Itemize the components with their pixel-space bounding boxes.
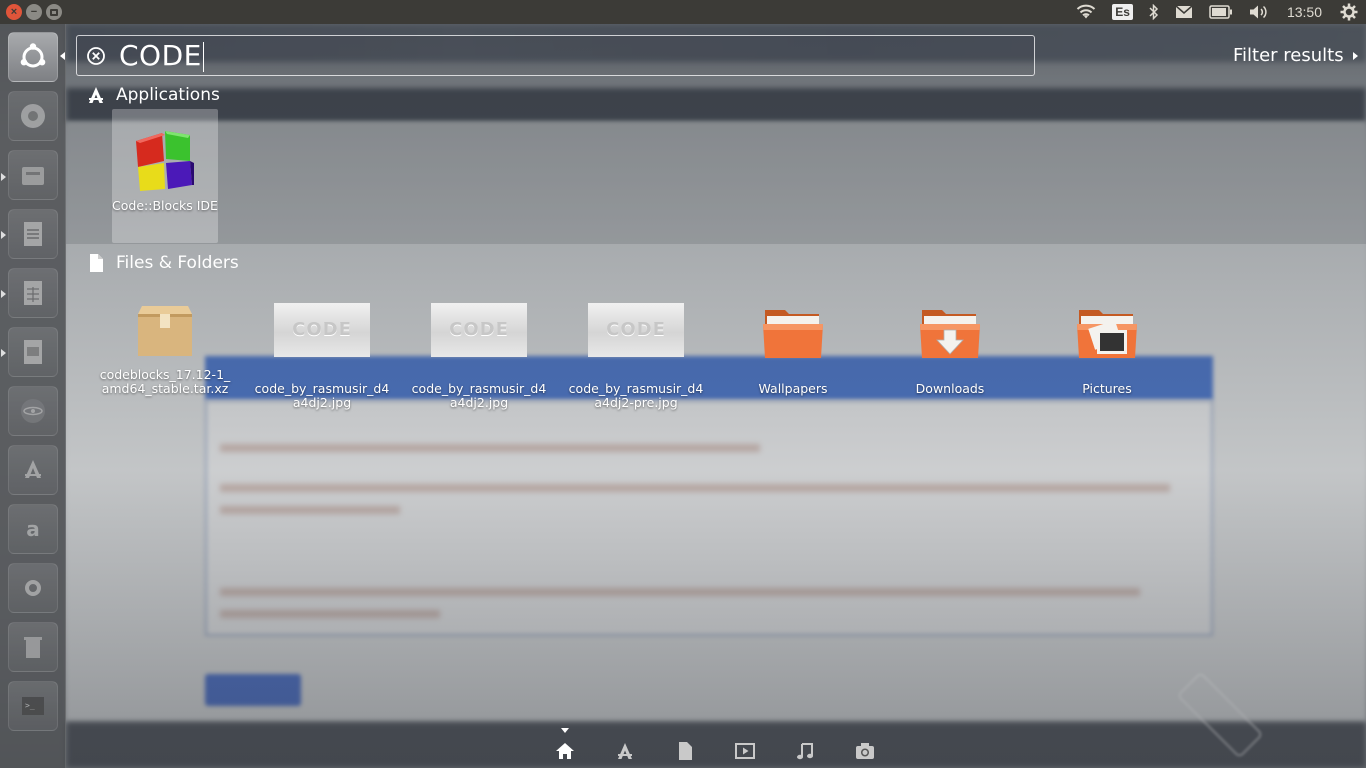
- applications-icon[interactable]: [614, 740, 636, 762]
- applications-category-icon: [89, 87, 103, 103]
- image-thumbnail: CODE: [588, 303, 684, 357]
- video-icon[interactable]: [734, 740, 756, 762]
- keyboard-layout-label: Es: [1112, 4, 1133, 20]
- music-icon[interactable]: [794, 740, 816, 762]
- files-icon[interactable]: [674, 740, 696, 762]
- result-file-image[interactable]: CODE code_by_rasmusir_d4a4dj2-pre.jpg: [566, 303, 706, 410]
- lens-bar: [66, 722, 1366, 768]
- atom-icon[interactable]: [8, 386, 58, 436]
- clock[interactable]: 13:50: [1287, 4, 1322, 20]
- folder-icon: [763, 310, 823, 358]
- files-app-icon[interactable]: [8, 150, 58, 200]
- result-folder-pictures[interactable]: Pictures: [1047, 302, 1167, 396]
- result-label: Pictures: [1082, 381, 1132, 396]
- filter-results-toggle[interactable]: Filter results: [1233, 45, 1358, 66]
- keyboard-layout-indicator[interactable]: Es: [1112, 4, 1133, 20]
- software-center-icon[interactable]: [8, 445, 58, 495]
- folder-pictures-icon: [1077, 310, 1137, 358]
- battery-icon[interactable]: [1209, 5, 1233, 19]
- result-file-package[interactable]: codeblocks_17.12-1_amd64_stable.tar.xz: [96, 300, 234, 396]
- system-settings-icon[interactable]: [8, 563, 58, 613]
- result-codeblocks[interactable]: Code::Blocks IDE: [112, 109, 218, 243]
- calc-icon[interactable]: [8, 268, 58, 318]
- filter-results-label: Filter results: [1233, 45, 1344, 66]
- close-icon[interactable]: ×: [6, 4, 22, 20]
- folder-downloads-icon: [920, 310, 980, 358]
- photos-icon[interactable]: [854, 740, 876, 762]
- applications-title: Applications: [116, 85, 220, 105]
- impress-icon[interactable]: [8, 327, 58, 377]
- minimize-icon[interactable]: −: [26, 4, 42, 20]
- clear-search-icon[interactable]: [86, 46, 106, 66]
- applications-header[interactable]: Applications: [86, 85, 220, 105]
- search-query: CODE: [119, 39, 202, 72]
- ubuntu-dash-icon[interactable]: [8, 32, 58, 82]
- trash-icon[interactable]: [8, 622, 58, 672]
- wifi-icon[interactable]: [1076, 4, 1096, 20]
- amazon-icon[interactable]: a: [8, 504, 58, 554]
- svg-text:a: a: [26, 517, 40, 541]
- volume-icon[interactable]: [1249, 4, 1269, 20]
- result-folder-downloads[interactable]: Downloads: [890, 302, 1010, 396]
- result-file-image[interactable]: CODE code_by_rasmusir_d4a4dj2.jpg: [409, 303, 549, 410]
- bluetooth-icon[interactable]: [1149, 4, 1159, 20]
- home-icon[interactable]: [554, 740, 576, 762]
- result-label: code_by_rasmusir_d4a4dj2.jpg: [411, 381, 547, 410]
- svg-text:>_: >_: [25, 701, 35, 710]
- image-thumbnail: CODE: [274, 303, 370, 357]
- result-label: codeblocks_17.12-1_amd64_stable.tar.xz: [99, 367, 231, 396]
- result-label: code_by_rasmusir_d4a4dj2-pre.jpg: [568, 381, 704, 410]
- result-file-image[interactable]: CODE code_by_rasmusir_d4a4dj2.jpg: [252, 303, 392, 410]
- result-label: Downloads: [915, 381, 985, 396]
- chromium-icon[interactable]: [8, 91, 58, 141]
- files-folders-header[interactable]: Files & Folders: [86, 253, 239, 273]
- terminal-icon[interactable]: >_: [8, 681, 58, 731]
- search-input[interactable]: CODE: [76, 35, 1035, 76]
- mail-icon[interactable]: [1175, 5, 1193, 19]
- launcher: a >_: [0, 24, 66, 768]
- top-panel: × − Es 13:50: [0, 0, 1366, 24]
- maximize-icon[interactable]: [46, 4, 62, 20]
- package-icon: [138, 306, 192, 356]
- image-thumbnail: CODE: [431, 303, 527, 357]
- writer-icon[interactable]: [8, 209, 58, 259]
- gear-icon[interactable]: [1340, 3, 1358, 21]
- result-label: code_by_rasmusir_d4a4dj2.jpg: [254, 381, 390, 410]
- codeblocks-icon: [136, 131, 194, 191]
- indicator-area: Es 13:50: [1068, 0, 1366, 24]
- result-folder-wallpapers[interactable]: Wallpapers: [733, 302, 853, 396]
- files-category-icon: [90, 254, 103, 272]
- result-label: Code::Blocks IDE: [112, 198, 218, 213]
- files-folders-title: Files & Folders: [116, 253, 239, 273]
- result-label: Wallpapers: [758, 381, 828, 396]
- chevron-right-icon: [1352, 51, 1358, 60]
